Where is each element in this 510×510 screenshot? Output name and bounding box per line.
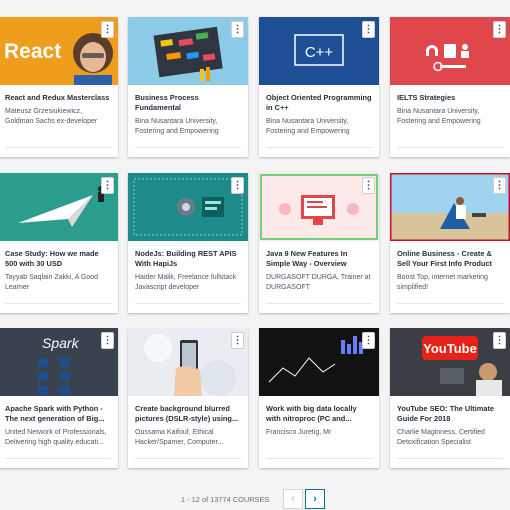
more-options-button[interactable]: ⋮ <box>101 332 114 349</box>
divider <box>266 303 372 304</box>
course-thumbnail[interactable]: ⋮ <box>259 328 379 396</box>
course-card[interactable]: ⋮ Java 9 New Features In Simple Way - Ov… <box>259 173 379 313</box>
more-options-button[interactable]: ⋮ <box>362 177 375 194</box>
course-title[interactable]: IELTS Strategies <box>397 93 503 103</box>
course-card[interactable]: ⋮ Case Study: How we made 500 with 30 US… <box>0 173 118 313</box>
divider <box>5 458 111 459</box>
course-thumbnail[interactable]: ⋮ <box>390 173 510 241</box>
course-author: Boost Top, internet marketing simplified… <box>397 274 488 291</box>
course-title[interactable]: Create background blurred pictures (DSLR… <box>135 404 241 424</box>
course-title[interactable]: Work with big data locally with nitropro… <box>266 404 372 424</box>
divider <box>135 303 241 304</box>
course-author: Bina Nusantara University, Fostering and… <box>397 108 481 125</box>
divider <box>266 458 372 459</box>
course-card[interactable]: Spark ⋮ Apache Spark with Python - The n… <box>0 328 118 468</box>
course-title[interactable]: React and Redux Masterclass <box>5 93 111 103</box>
next-page-button[interactable]: › <box>305 489 325 509</box>
divider <box>397 303 503 304</box>
divider <box>135 458 241 459</box>
divider <box>135 147 241 148</box>
course-thumbnail[interactable]: Spark ⋮ <box>0 328 118 396</box>
more-options-button[interactable]: ⋮ <box>231 177 244 194</box>
course-card[interactable]: React ⋮ React and Redux Masterclass Mate… <box>0 17 118 157</box>
course-card[interactable]: ⋮ Business Process Fundamental Bina Nusa… <box>128 17 248 157</box>
course-author: Francisco Juretig, Mr <box>266 429 332 436</box>
divider <box>397 458 503 459</box>
course-title[interactable]: NodeJs: Building REST APIS With HapiJs <box>135 249 241 269</box>
course-thumbnail[interactable]: ⋮ <box>128 328 248 396</box>
course-thumbnail[interactable]: ⋮ <box>128 173 248 241</box>
divider <box>266 147 372 148</box>
course-title[interactable]: Java 9 New Features In Simple Way - Over… <box>266 249 372 269</box>
course-author: Charlie Maginness, Certified Detoxificat… <box>397 429 485 446</box>
divider <box>5 303 111 304</box>
course-author: Bina Nusantara University, Fostering and… <box>135 118 219 135</box>
course-card[interactable]: ⋮ NodeJs: Building REST APIS With HapiJs… <box>128 173 248 313</box>
more-options-button[interactable]: ⋮ <box>231 21 244 38</box>
more-options-button[interactable]: ⋮ <box>493 21 506 38</box>
course-card[interactable]: YouTube ⋮ YouTube SEO: The Ultimate Guid… <box>390 328 510 468</box>
more-options-button[interactable]: ⋮ <box>101 21 114 38</box>
course-title[interactable]: Online Business - Create & Sell Your Fir… <box>397 249 503 269</box>
course-card[interactable]: ⋮ Work with big data locally with nitrop… <box>259 328 379 468</box>
course-author: United Network of Professionals, Deliver… <box>5 429 107 446</box>
react-logo-text: React <box>4 40 61 63</box>
more-options-button[interactable]: ⋮ <box>493 332 506 349</box>
course-thumbnail[interactable]: ⋮ <box>390 17 510 85</box>
course-title[interactable]: Object Oriented Programming in C++ <box>266 93 372 113</box>
course-thumbnail[interactable]: ⋮ <box>128 17 248 85</box>
pagination-summary: 1 - 12 of 13774 COURSES <box>181 495 270 504</box>
course-thumbnail[interactable]: React ⋮ <box>0 17 118 85</box>
divider <box>397 147 503 148</box>
course-thumbnail[interactable]: YouTube ⋮ <box>390 328 510 396</box>
course-thumbnail[interactable]: C++ ⋮ <box>259 17 379 85</box>
more-options-button[interactable]: ⋮ <box>362 21 375 38</box>
course-author: Oussama Kaifouf, Ethical Hacker/Spamer, … <box>135 429 224 446</box>
previous-page-button[interactable]: ‹ <box>283 489 303 509</box>
course-title[interactable]: Case Study: How we made 500 with 30 USD <box>5 249 111 269</box>
more-options-button[interactable]: ⋮ <box>231 332 244 349</box>
spark-logo-text: Spark <box>42 335 80 351</box>
course-thumbnail[interactable]: ⋮ <box>0 173 118 241</box>
course-card[interactable]: C++ ⋮ Object Oriented Programming in C++… <box>259 17 379 157</box>
more-options-button[interactable]: ⋮ <box>493 177 506 194</box>
more-options-button[interactable]: ⋮ <box>101 177 114 194</box>
cpp-logo-text: C++ <box>305 44 334 61</box>
course-card[interactable]: ⋮ Create background blurred pictures (DS… <box>128 328 248 468</box>
course-author: DURGASOFT DURGA, Trainer at DURGASOFT <box>266 274 371 291</box>
course-thumbnail[interactable]: ⋮ <box>259 173 379 241</box>
course-title[interactable]: Apache Spark with Python - The next gene… <box>5 404 111 424</box>
course-title[interactable]: Business Process Fundamental <box>135 93 241 113</box>
youtube-logo-text: YouTube <box>423 341 477 356</box>
course-author: Mateusz Grzesiukiewicz, Goldman Sachs ex… <box>5 108 98 125</box>
more-options-button[interactable]: ⋮ <box>362 332 375 349</box>
divider <box>5 147 111 148</box>
course-author: Haider Malik, Freelance fullstack Javasc… <box>135 274 237 291</box>
course-author: Bina Nusantara University, Fostering and… <box>266 118 350 135</box>
course-title[interactable]: YouTube SEO: The Ultimate Guide For 2018 <box>397 404 503 424</box>
course-card[interactable]: ⋮ IELTS Strategies Bina Nusantara Univer… <box>390 17 510 157</box>
course-card[interactable]: ⋮ Online Business - Create & Sell Your F… <box>390 173 510 313</box>
course-author: Tayyab Saqlain Zakki, A Good Learner <box>5 274 98 291</box>
